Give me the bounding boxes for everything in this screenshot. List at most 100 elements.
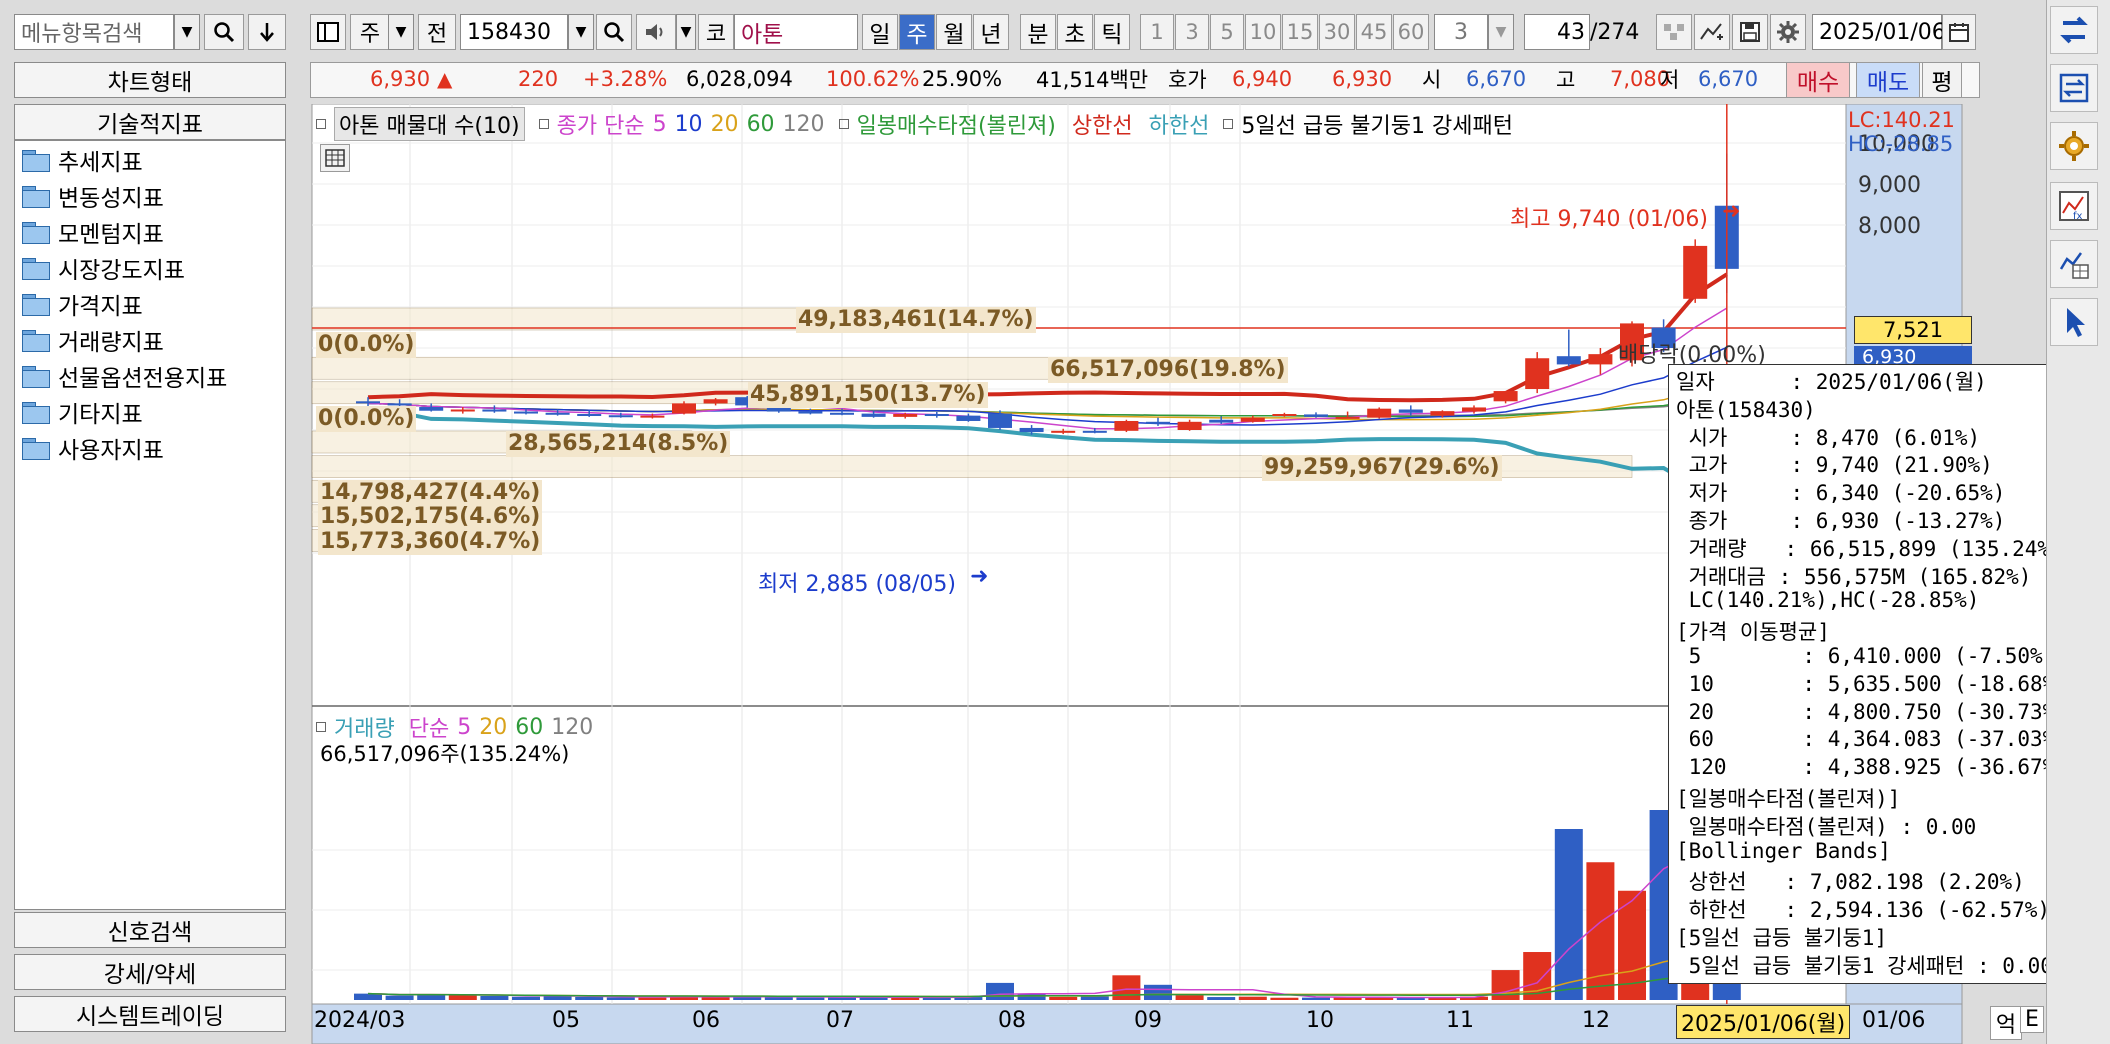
table-view-button[interactable] [320,144,350,172]
calendar-button[interactable] [1942,14,1976,50]
candle-body [956,415,981,421]
menu-down-button[interactable] [248,14,286,50]
tree-item-label: 기타지표 [58,402,143,428]
chart-grid-button[interactable] [2050,240,2098,288]
signal-search-header[interactable]: 신호검색 [14,912,286,948]
folder-icon [22,330,50,352]
prev-button[interactable]: 전 [418,14,456,50]
eval-button[interactable]: 평 [1922,62,1962,98]
tree-item[interactable]: 사용자지표 [22,432,164,464]
tree-item[interactable]: 선물옵션전용지표 [22,360,227,392]
legend-pattern[interactable]: 5일선 급등 불기둥1 강세패턴 [1241,108,1513,140]
volume-bar [1554,829,1583,1000]
tree-item-label: 모멘텀지표 [58,222,164,248]
period-tick[interactable]: 틱 [1094,14,1130,50]
tree-item[interactable]: 시장강도지표 [22,252,185,284]
period-minute[interactable]: 분 [1020,14,1056,50]
stock-search-button[interactable] [596,14,632,50]
candle-body [1272,414,1297,417]
config-button[interactable] [2050,122,2098,170]
interval-60[interactable]: 60 [1393,14,1429,50]
period-year[interactable]: 년 [973,14,1009,50]
interval-30[interactable]: 30 [1319,14,1355,50]
tree-item[interactable]: 모멘텀지표 [22,216,164,248]
interval-3[interactable]: 3 [1175,14,1209,50]
count-dropdown[interactable]: ▼ [1488,14,1514,50]
sound-dropdown[interactable]: ▼ [676,14,696,50]
legend-volume-profile[interactable]: 아톤 매물대 수(10) [334,107,525,141]
y-tick-label: 9,000 [1858,173,1921,198]
period-second[interactable]: 초 [1057,14,1093,50]
period-day[interactable]: 일 [862,14,898,50]
swap-button[interactable] [2050,6,2098,54]
interval-5[interactable]: 5 [1210,14,1244,50]
tree-item[interactable]: 가격지표 [22,288,143,320]
count-select[interactable]: 3 [1434,14,1488,50]
tooltip-line: 고가 : 9,740 (21.90%) [1676,453,1993,478]
pointer-button[interactable] [2050,298,2098,346]
strength-header[interactable]: 강세/약세 [14,954,286,990]
candle-body [1114,420,1139,431]
low-label: 저 [1660,68,1680,92]
sound-button[interactable] [636,14,676,50]
tooltip-line: 일자 : 2025/01/06(월) [1676,370,1987,394]
y-tick-label: 8,000 [1858,214,1921,239]
period-week[interactable]: 주 [899,14,935,50]
legend-ma60: 60 [746,111,775,137]
candle-body [1683,245,1708,299]
sell-button[interactable]: 매도 [1856,62,1920,98]
candle-body [545,412,570,415]
menu-search-dropdown[interactable]: ▼ [174,14,200,50]
menu-search-button[interactable] [204,14,244,50]
tree-item[interactable]: 추세지표 [22,144,143,176]
candle-body [1367,408,1392,418]
interval-15[interactable]: 15 [1282,14,1318,50]
interval-1[interactable]: 1 [1140,14,1174,50]
transfer-button[interactable] [2050,64,2098,112]
volume-profile-label: 49,183,461(14.7%) [796,307,1036,333]
x-axis-label: 06 [692,1008,720,1033]
x-axis-label: 01/06 [1862,1008,1926,1033]
tooltip-line: 5 : 6,410.000 (-7.50%) [1676,644,2056,668]
volume-bar [986,982,1014,1000]
buy-button[interactable]: 매수 [1786,62,1850,98]
tech-indicators-header[interactable]: 기술적지표 [14,104,286,140]
period-mode-dropdown[interactable]: ▼ [388,14,414,50]
tree-item-label: 추세지표 [58,150,143,176]
legend-ma-label[interactable]: 종가 단순 [557,108,645,140]
menu-search-input[interactable]: 메뉴항목검색 [14,14,174,50]
tree-item[interactable]: 기타지표 [22,396,143,428]
save-button[interactable] [1732,14,1768,50]
stock-code-dropdown[interactable]: ▼ [568,14,594,50]
tooltip-line: 일봉매수타점(볼린져) : 0.00 [1676,814,1977,839]
folder-icon [22,150,50,172]
date-input[interactable]: 2025/01/06 [1812,14,1946,50]
folder-icon [22,294,50,316]
settings-button[interactable] [1770,14,1806,50]
system-trading-header[interactable]: 시스템트레이딩 [14,996,286,1032]
tree-item[interactable]: 거래량지표 [22,324,164,356]
indicator-add-button[interactable] [1694,14,1730,50]
volume-bar [796,997,825,1000]
speaker-icon [646,24,663,40]
tooltip-line: 거래량 : 66,515,899 (135.24%) [1676,536,2063,561]
stock-code-input[interactable]: 158430 [460,14,568,50]
interval-10[interactable]: 10 [1245,14,1281,50]
network-button[interactable] [1656,14,1692,50]
legend-square-icon [1223,119,1234,129]
period-mode-select[interactable]: 주 [350,14,390,50]
layout-button[interactable] [310,14,346,50]
stock-name-field[interactable]: 아톤 [734,14,858,50]
legend-bollinger[interactable]: 일봉매수타점(볼린져) [857,108,1056,140]
volume-ma60: 60 [515,714,544,740]
tree-item[interactable]: 변동성지표 [22,180,164,212]
formula-button[interactable]: fx [2050,182,2098,230]
chart-type-header[interactable]: 차트형태 [14,62,286,98]
tree-item-label: 가격지표 [58,294,143,320]
period-month[interactable]: 월 [936,14,972,50]
volume-ratio: 100.62% [826,67,920,91]
interval-45[interactable]: 45 [1356,14,1392,50]
volume-bar [764,997,793,1000]
folder-icon [22,402,50,424]
page-input[interactable]: 43 [1524,14,1590,50]
